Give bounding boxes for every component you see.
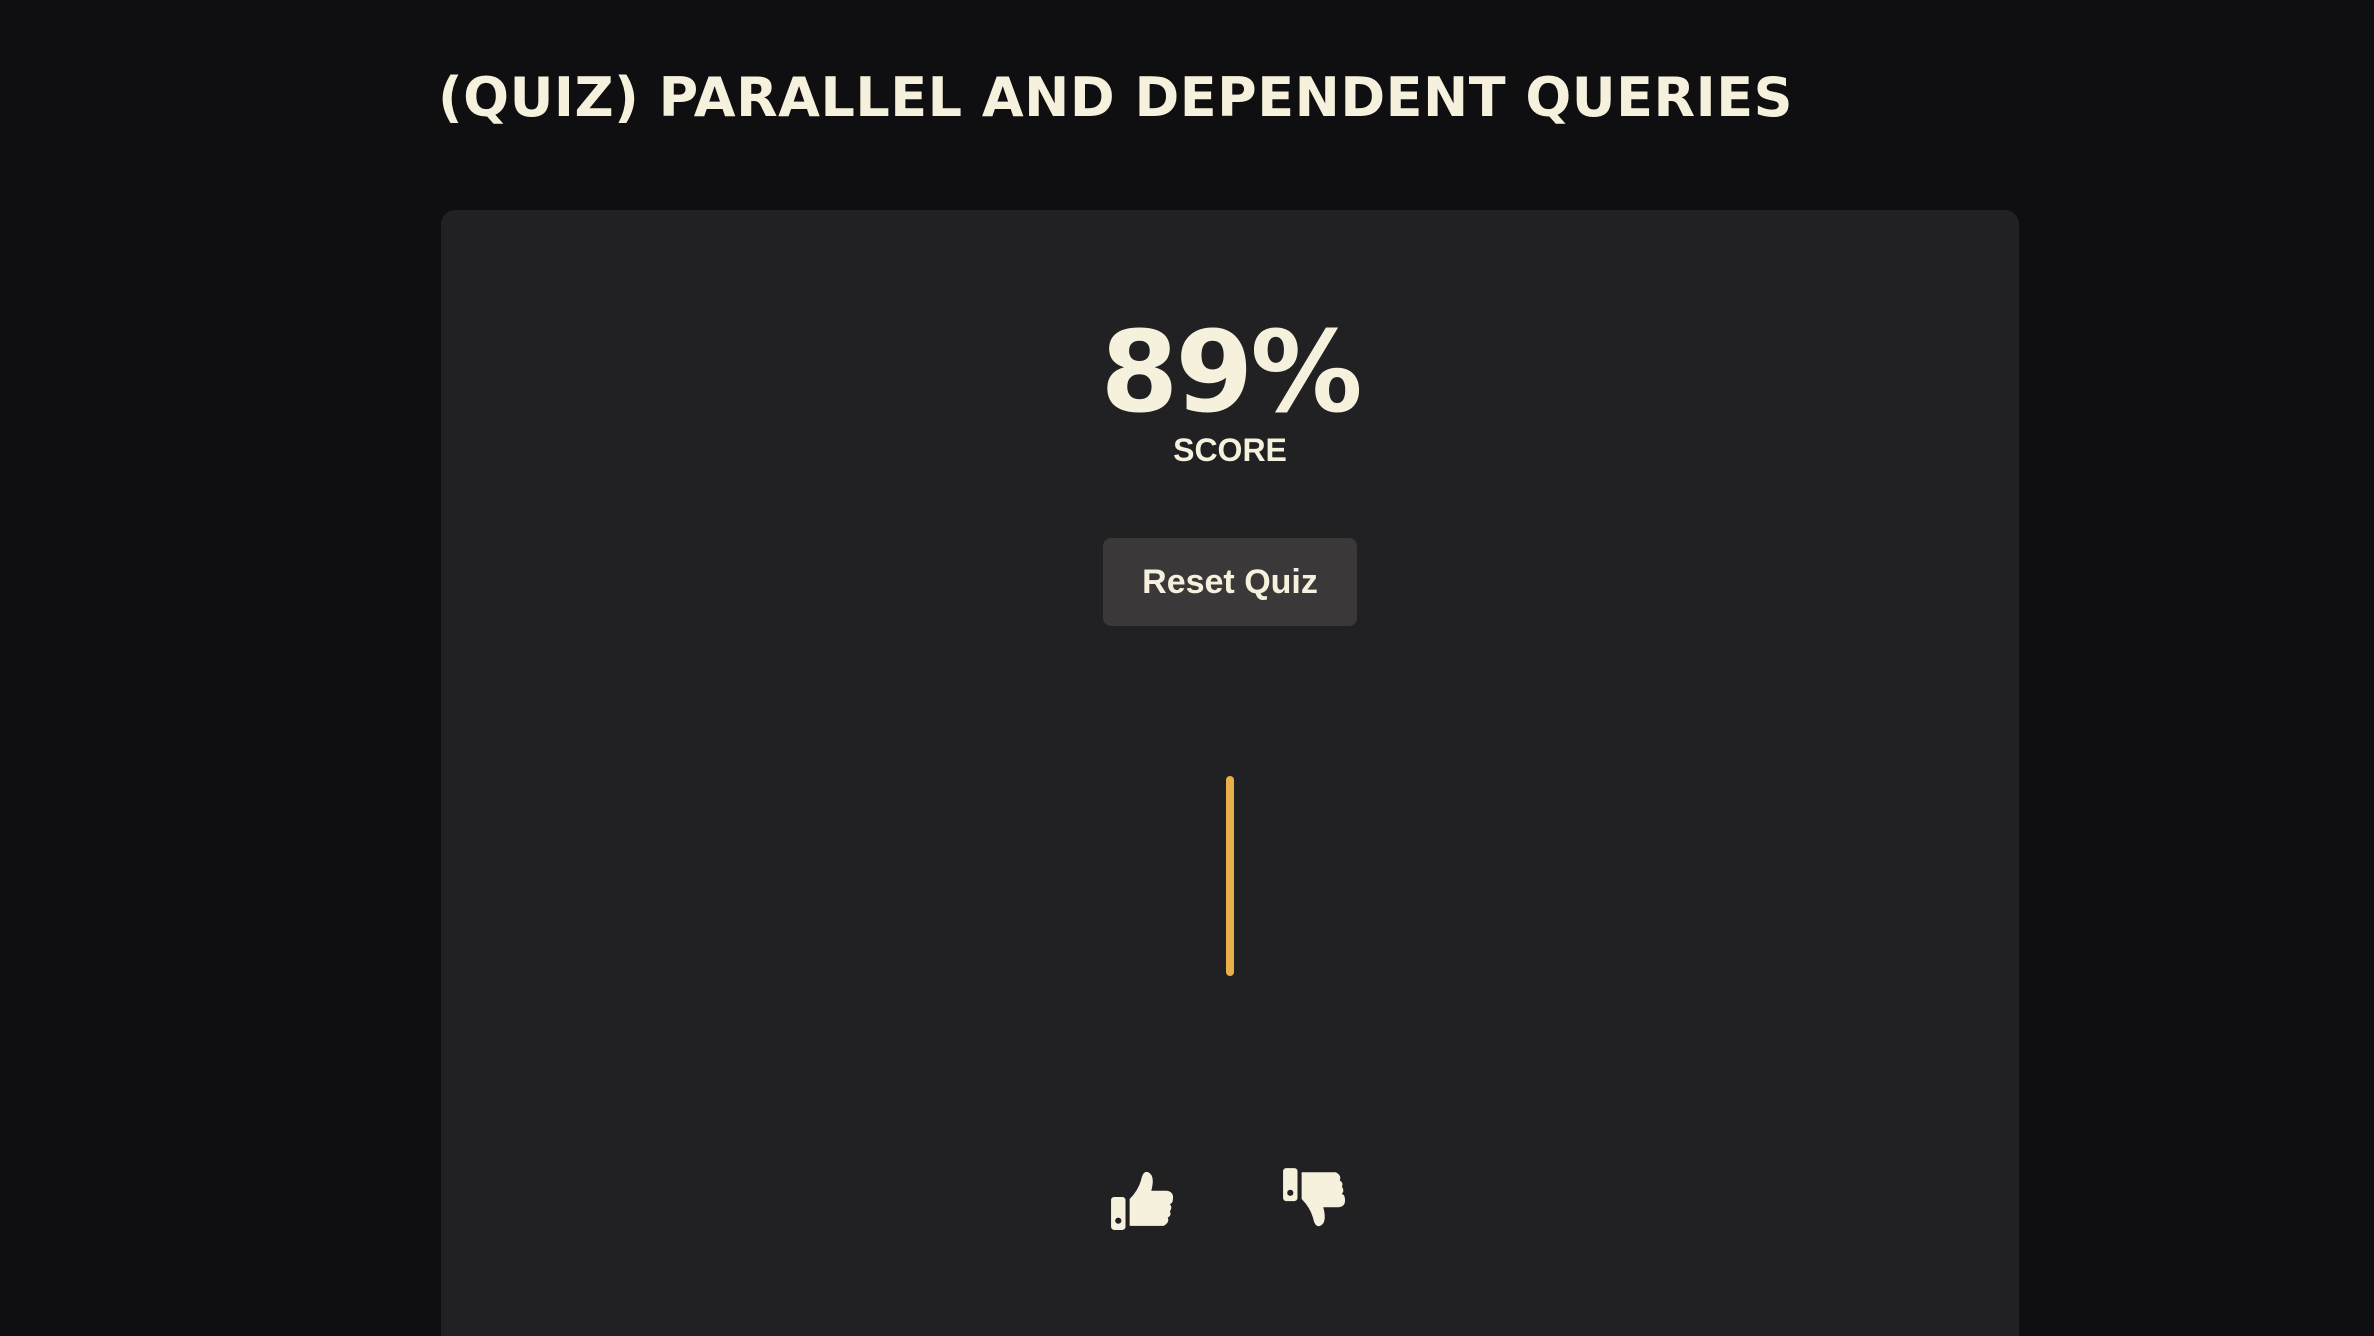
score-label: SCORE xyxy=(1173,432,1287,468)
thumbs-down-icon xyxy=(1281,1166,1347,1235)
quiz-result-card: 89% SCORE Reset Quiz xyxy=(441,210,2019,1336)
page: (QUIZ) PARALLEL AND DEPENDENT QUERIES 89… xyxy=(0,0,2374,1336)
thumbs-up-button[interactable] xyxy=(1107,1165,1177,1235)
thumbs-up-icon xyxy=(1109,1166,1175,1235)
reset-quiz-button[interactable]: Reset Quiz xyxy=(1103,538,1357,626)
thumbs-down-button[interactable] xyxy=(1279,1165,1349,1235)
score-value: 89% xyxy=(1100,308,1362,438)
page-title: (QUIZ) PARALLEL AND DEPENDENT QUERIES xyxy=(438,66,1793,129)
loading-indicator xyxy=(1226,776,1234,976)
